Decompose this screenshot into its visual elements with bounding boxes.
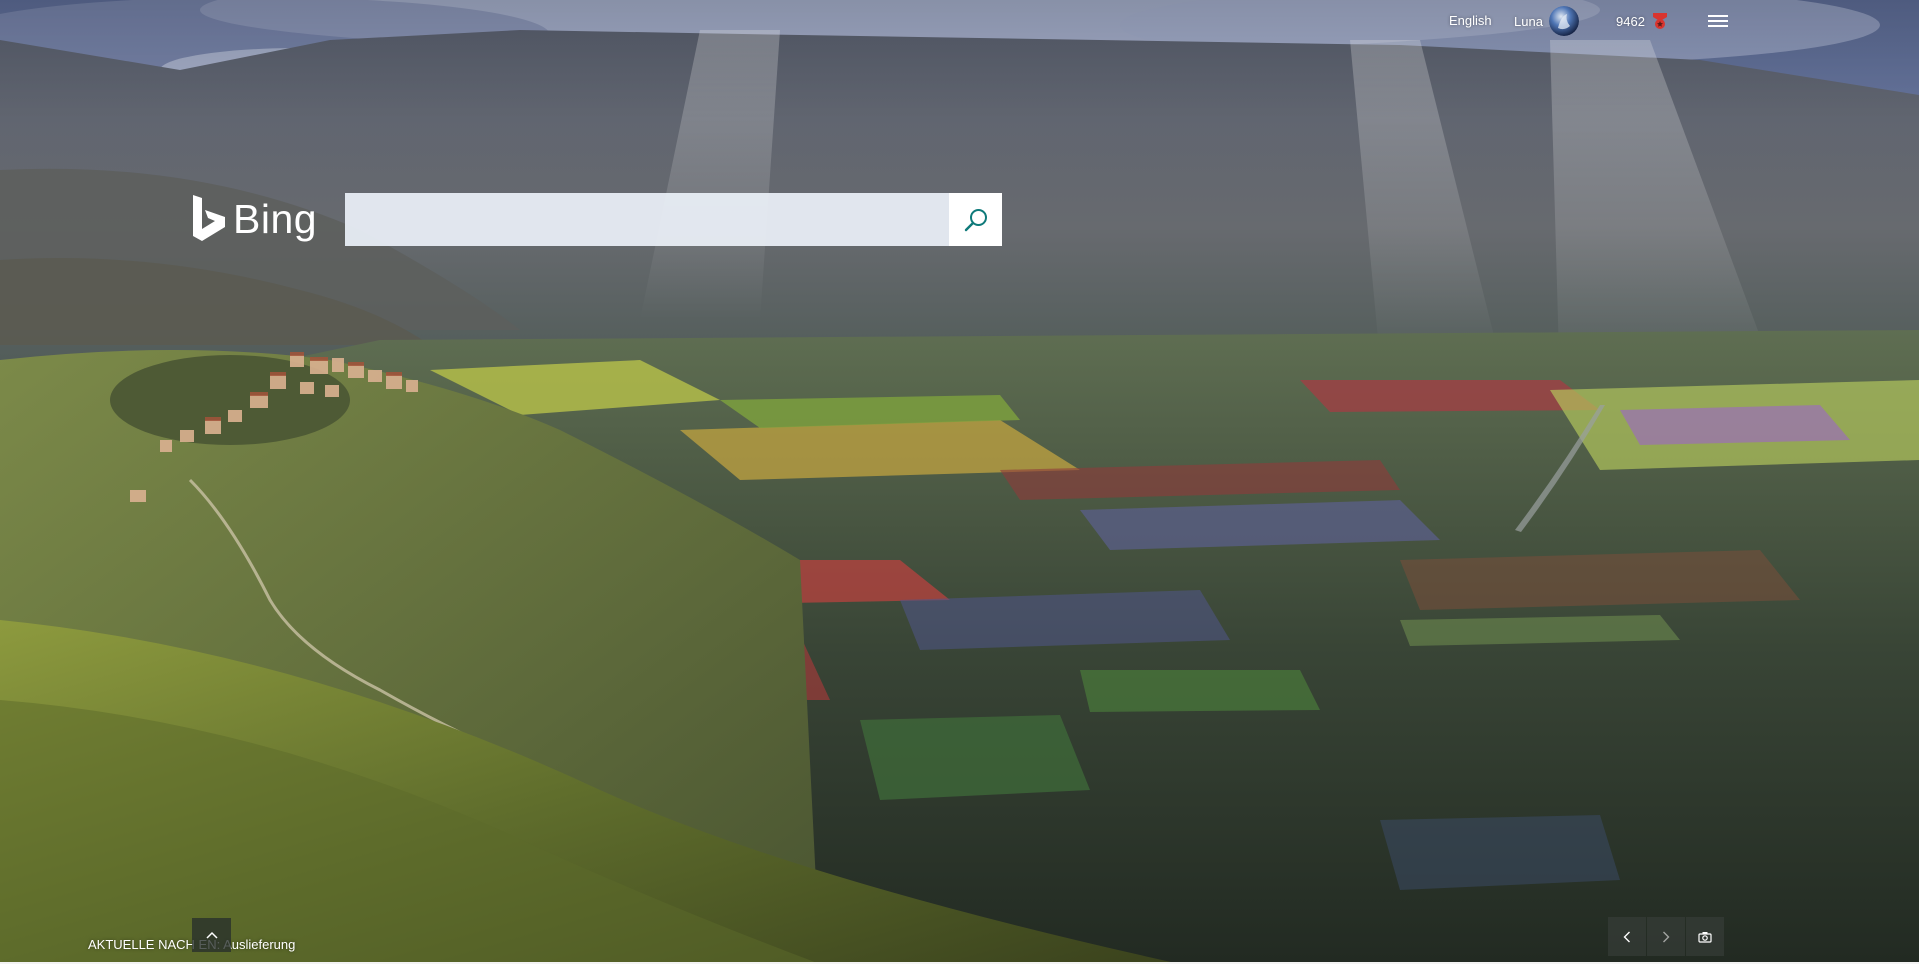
avatar [1548, 6, 1579, 36]
image-info-button[interactable] [1686, 917, 1724, 956]
logo-text: Bing [233, 195, 318, 242]
hamburger-menu-icon [1708, 15, 1728, 27]
chevron-up-icon [205, 931, 218, 939]
search-icon [964, 208, 987, 231]
language-link[interactable]: English [1449, 13, 1492, 28]
user-name: Luna [1514, 13, 1543, 29]
image-controls [1608, 917, 1724, 956]
chevron-left-icon [1623, 931, 1630, 942]
chevron-right-icon [1663, 931, 1670, 942]
next-image-button[interactable] [1647, 917, 1685, 956]
search-input[interactable] [345, 193, 949, 246]
background-image [0, 0, 1919, 964]
search-button[interactable] [949, 193, 1002, 246]
search-box [345, 193, 1002, 246]
bing-logo[interactable]: Bing [191, 193, 317, 245]
rewards-points: 9462 [1616, 13, 1645, 29]
user-profile-button[interactable]: Luna [1514, 5, 1579, 37]
hamburger-menu-button[interactable] [1706, 9, 1730, 33]
previous-image-button[interactable] [1608, 917, 1646, 956]
rewards-medal-icon [1652, 13, 1667, 29]
rewards-button[interactable]: 9462 [1616, 8, 1668, 34]
bing-b-icon [193, 195, 225, 241]
camera-icon [1698, 931, 1712, 943]
scroll-up-button[interactable] [192, 918, 231, 952]
bing-homepage: English Luna 9462 Bing AKTUELLE NACH Aus… [0, 0, 1919, 964]
